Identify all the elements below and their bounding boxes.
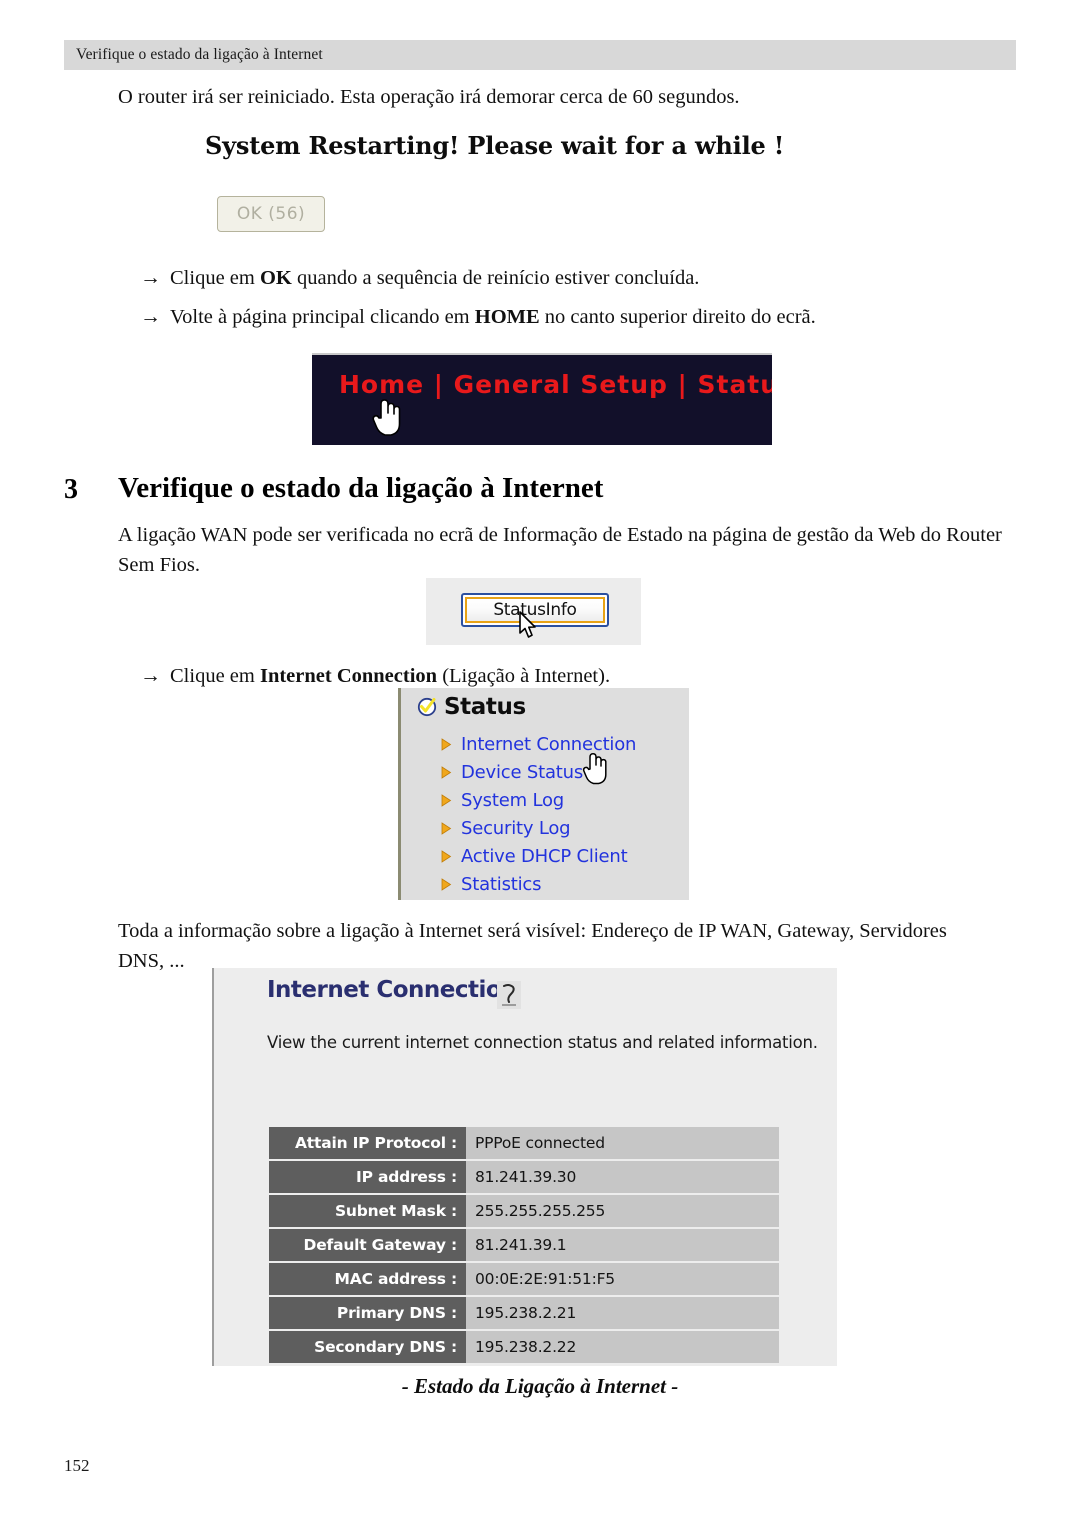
status-menu-item-system-log[interactable]: System Log [441, 786, 636, 814]
section-number: 3 [64, 474, 78, 505]
internet-connection-screenshot: Internet Connection View the current int… [212, 968, 837, 1366]
step-bold: HOME [474, 306, 540, 328]
arrow-icon: → [140, 663, 161, 687]
table-row-key: MAC address : [269, 1263, 466, 1295]
table-row-value: 195.238.2.21 [466, 1297, 779, 1329]
page-number: 152 [64, 1456, 90, 1475]
figure-caption: - Estado da Ligação à Internet - [401, 1374, 679, 1398]
hand-cursor-icon [581, 750, 609, 786]
status-menu-item-label: Internet Connection [461, 733, 637, 755]
table-row-value: 00:0E:2E:91:51:F5 [466, 1263, 779, 1295]
table-row-value: 81.241.39.1 [466, 1229, 779, 1261]
check-circle-icon [417, 697, 437, 717]
status-menu-item-security-log[interactable]: Security Log [441, 814, 636, 842]
running-header-text: Verifique o estado da ligação à Internet [76, 46, 323, 63]
table-row-key: Secondary DNS : [269, 1331, 466, 1363]
table-row-value: 81.241.39.30 [466, 1161, 779, 1193]
internet-connection-table: Attain IP Protocol : PPPoE connected IP … [269, 1125, 779, 1365]
step-click-ok: → Clique em OK quando a sequência de rei… [140, 262, 699, 293]
status-menu-item-label: Statistics [461, 873, 542, 895]
triangle-right-icon [441, 793, 452, 807]
status-menu-item-statistics[interactable]: Statistics [441, 870, 636, 898]
running-header: Verifique o estado da ligação à Internet [64, 40, 1016, 70]
arrow-cursor-icon [518, 611, 540, 641]
hand-cursor-icon [370, 395, 404, 439]
step-click-internet-connection: → Clique em Internet Connection (Ligação… [140, 660, 610, 691]
statusinfo-screenshot: StatusInfo [426, 578, 641, 645]
table-row-key: Subnet Mask : [269, 1195, 466, 1227]
table-row-key: Default Gateway : [269, 1229, 466, 1261]
table-row-value: 195.238.2.22 [466, 1331, 779, 1363]
triangle-right-icon [441, 877, 452, 891]
status-menu-header: Status [417, 694, 526, 720]
triangle-right-icon [441, 821, 452, 835]
table-row: Secondary DNS : 195.238.2.22 [269, 1331, 779, 1363]
triangle-right-icon [441, 765, 452, 779]
status-menu-item-active-dhcp-client[interactable]: Active DHCP Client [441, 842, 636, 870]
triangle-right-icon [441, 737, 452, 751]
step-bold: OK [259, 267, 292, 289]
table-row: MAC address : 00:0E:2E:91:51:F5 [269, 1263, 779, 1295]
step-suffix: quando a sequência de reinício estiver c… [291, 267, 700, 289]
status-menu-screenshot: Status Internet Connection Device Status… [398, 688, 689, 900]
step-bold: Internet Connection [259, 665, 438, 687]
table-row-value: PPPoE connected [466, 1127, 779, 1159]
step-suffix: no canto superior direito do ecrã. [539, 306, 816, 328]
table-row: Primary DNS : 195.238.2.21 [269, 1297, 779, 1329]
table-row-key: IP address : [269, 1161, 466, 1193]
paragraph-after-status: Toda a informação sobre a ligação à Inte… [118, 920, 947, 972]
table-row-key: Attain IP Protocol : [269, 1127, 466, 1159]
table-row-value: 255.255.255.255 [466, 1195, 779, 1227]
intro-paragraph: O router irá ser reiniciado. Esta operaç… [118, 86, 740, 108]
status-menu-item-label: Device Status [461, 761, 584, 783]
internet-connection-title: Internet Connection [267, 977, 518, 1003]
table-row: Default Gateway : 81.241.39.1 [269, 1229, 779, 1261]
ok-button-label: OK (56) [236, 204, 306, 224]
step-text: Clique em Internet Connection (Ligação à… [170, 661, 610, 691]
section-body: A ligação WAN pode ser verificada no ecr… [118, 524, 1002, 576]
status-menu-item-label: System Log [461, 789, 564, 811]
status-menu-item-label: Active DHCP Client [461, 845, 628, 867]
navbar-screenshot: Home | General Setup | Status | Tool | [312, 353, 772, 445]
status-menu-item-label: Security Log [461, 817, 571, 839]
triangle-right-icon [441, 849, 452, 863]
table-row: IP address : 81.241.39.30 [269, 1161, 779, 1193]
table-row: Attain IP Protocol : PPPoE connected [269, 1127, 779, 1159]
step-return-home: → Volte à página principal clicando em H… [140, 301, 816, 332]
page-title: Verifique o estado da ligação à Internet [118, 472, 604, 504]
step-text: Volte à página principal clicando em HOM… [170, 302, 816, 332]
arrow-icon: → [140, 304, 161, 328]
table-row-key: Primary DNS : [269, 1297, 466, 1329]
status-menu-title: Status [444, 694, 526, 720]
step-prefix: Clique em [170, 267, 260, 289]
arrow-icon: → [140, 265, 161, 289]
internet-connection-description: View the current internet connection sta… [267, 1033, 818, 1052]
step-suffix: (Ligação à Internet). [437, 665, 611, 687]
step-text: Clique em OK quando a sequência de reiní… [170, 263, 699, 293]
busy-cursor-icon [496, 980, 522, 1010]
system-restarting-heading: System Restarting! Please wait for a whi… [205, 131, 785, 160]
ok-button[interactable]: OK (56) [217, 196, 325, 232]
step-prefix: Volte à página principal clicando em [170, 306, 475, 328]
step-prefix: Clique em [170, 665, 260, 687]
table-row: Subnet Mask : 255.255.255.255 [269, 1195, 779, 1227]
